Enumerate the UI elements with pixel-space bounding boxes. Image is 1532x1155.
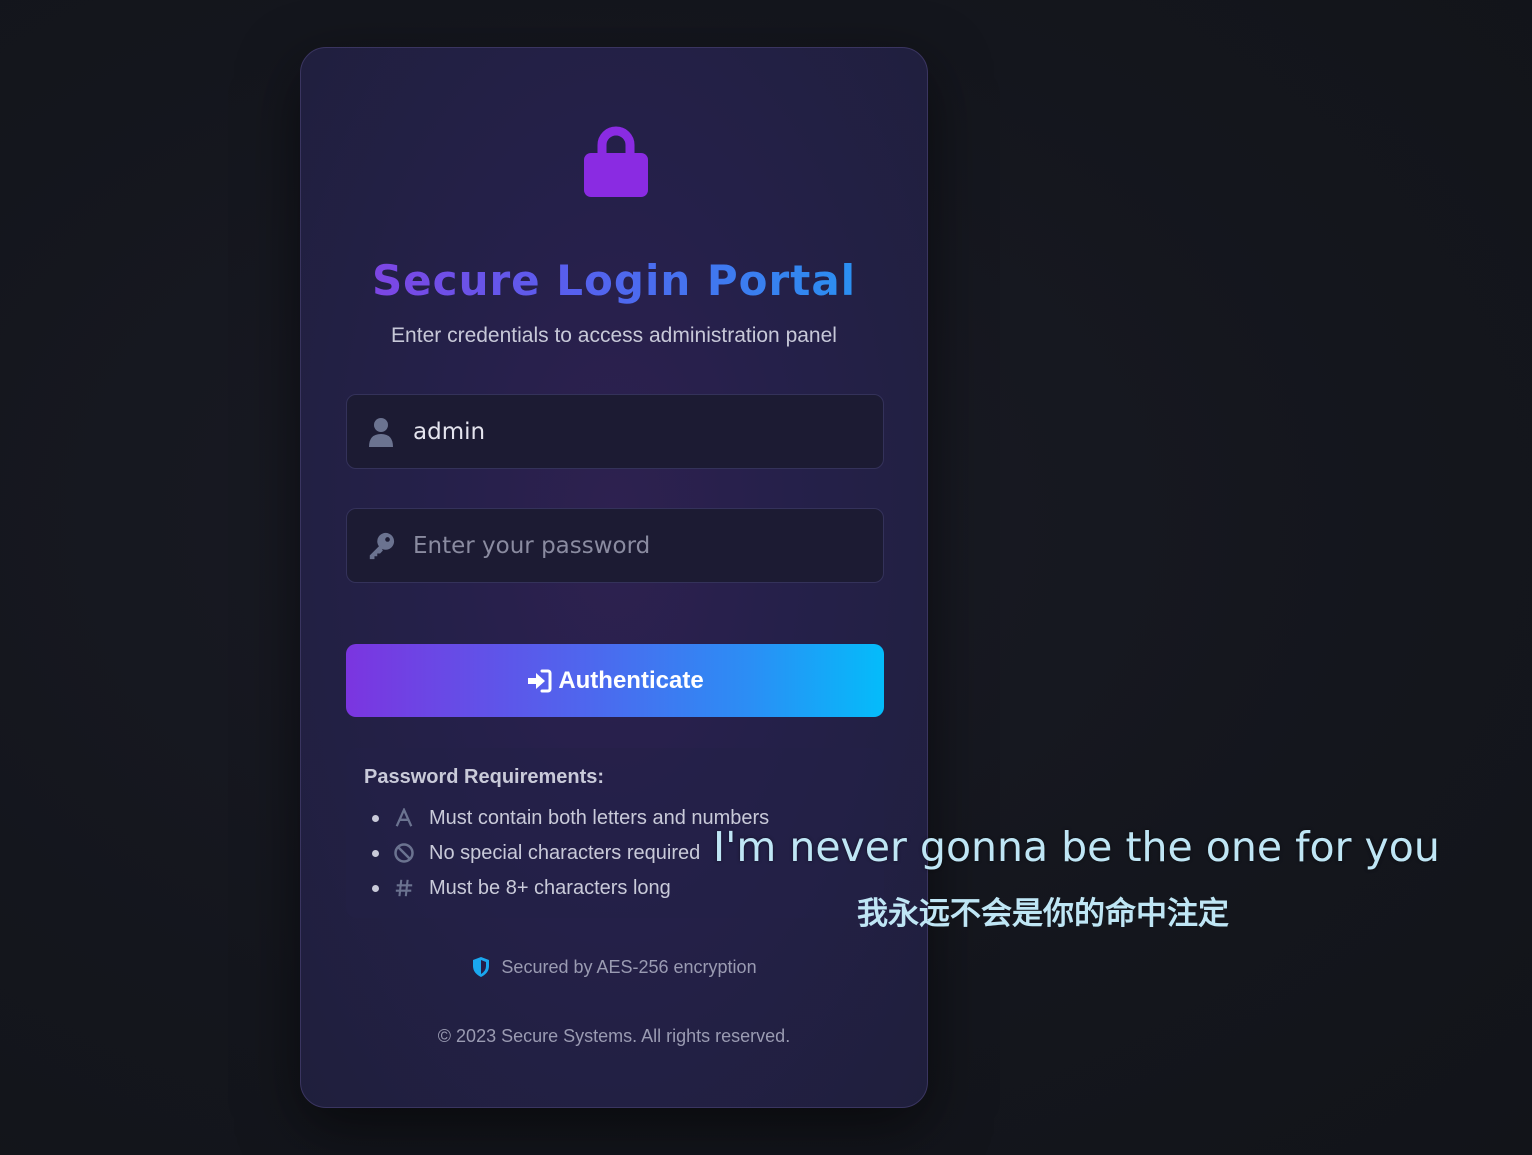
requirement-text: No special characters required (429, 841, 701, 864)
subtitle-english: I'm never gonna be the one for you (713, 823, 1440, 871)
subtitle-chinese: 我永远不会是你的命中注定 (857, 896, 1229, 932)
key-icon (369, 532, 395, 560)
hash-icon (393, 877, 415, 899)
bullet (372, 814, 379, 822)
page-subtitle: Enter credentials to access administrati… (391, 324, 837, 347)
authenticate-label: Authenticate (558, 666, 704, 694)
bullet (372, 849, 379, 857)
requirement-item: Must contain both letters and numbers (372, 803, 769, 833)
copyright-text: © 2023 Secure Systems. All rights reserv… (437, 1026, 791, 1046)
bullet (372, 884, 379, 892)
login-card: Secure Login Portal Enter credentials to… (300, 47, 928, 1108)
user-icon (369, 418, 393, 447)
ban-icon (393, 842, 415, 864)
sign-in-icon (528, 669, 552, 692)
password-input[interactable] (413, 509, 863, 582)
username-input[interactable] (413, 395, 863, 468)
requirement-text: Must be 8+ characters long (429, 876, 671, 899)
shield-icon (473, 957, 490, 977)
authenticate-button[interactable]: Authenticate (346, 644, 884, 717)
requirement-item: Must be 8+ characters long (372, 873, 671, 903)
page-background: Secure Login Portal Enter credentials to… (0, 0, 1532, 1155)
security-note-text: Secured by AES-256 encryption (501, 956, 757, 977)
password-field (346, 508, 884, 583)
requirements-title: Password Requirements: (364, 766, 605, 788)
username-field (346, 394, 884, 469)
security-note: Secured by AES-256 encryption (301, 956, 927, 978)
requirement-item: No special characters required (372, 838, 700, 868)
letter-a-icon (393, 807, 415, 829)
lock-icon (584, 126, 648, 197)
page-title: Secure Login Portal (301, 253, 927, 309)
